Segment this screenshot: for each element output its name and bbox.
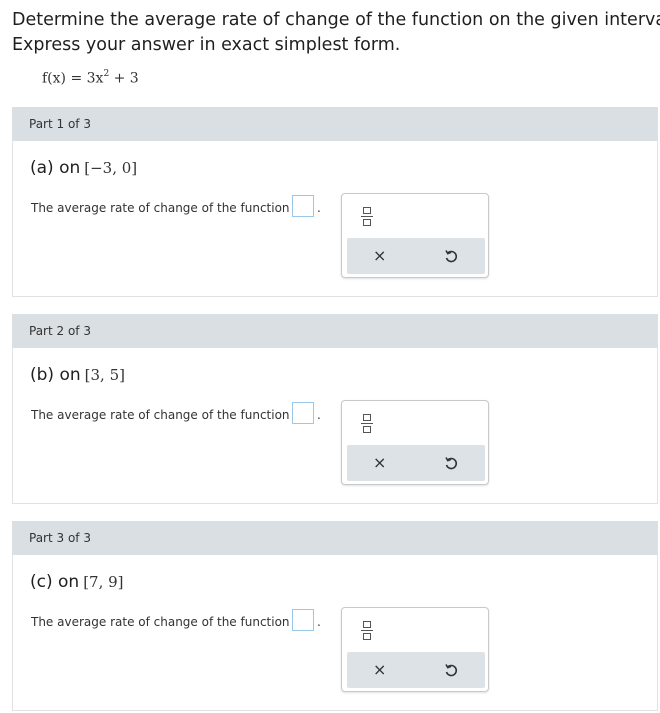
- part-header-label: Part 3 of 3: [29, 531, 91, 545]
- part-label: (a) on [−3, 0]: [30, 158, 137, 178]
- part-3: Part 3 of 3 (c) on [7, 9] The average rat…: [12, 521, 658, 713]
- answer-statement: The average rate of change of the functi…: [31, 201, 303, 215]
- undo-icon[interactable]: [443, 662, 459, 678]
- math-palette: ×: [341, 193, 489, 278]
- part-letter: (c) on: [30, 572, 80, 592]
- part-1: Part 1 of 3 (a) on [−3, 0] The average ra…: [12, 107, 658, 299]
- part-letter: (a) on: [30, 158, 81, 178]
- prompt-line-1: Determine the average rate of change of …: [12, 10, 660, 30]
- interval: [3, 5]: [84, 366, 125, 384]
- math-palette: ×: [341, 607, 489, 692]
- part-header: Part 2 of 3: [12, 314, 658, 348]
- formula-rhs: + 3: [109, 70, 139, 87]
- undo-icon[interactable]: [443, 455, 459, 471]
- question-prompt: Determine the average rate of change of …: [12, 8, 660, 58]
- clear-icon[interactable]: ×: [373, 453, 386, 472]
- function-formula: f(x) = 3x2 + 3: [42, 69, 139, 87]
- part-2: Part 2 of 3 (b) on [3, 5] The average rat…: [12, 314, 658, 506]
- answer-input[interactable]: [292, 609, 314, 631]
- palette-action-bar: ×: [347, 445, 485, 481]
- part-header: Part 3 of 3: [12, 521, 658, 555]
- answer-statement: The average rate of change of the functi…: [31, 408, 303, 422]
- part-label: (c) on [7, 9]: [30, 572, 124, 592]
- answer-statement: The average rate of change of the functi…: [31, 615, 303, 629]
- clear-icon[interactable]: ×: [373, 246, 386, 265]
- formula-lhs: f(x) = 3x: [42, 70, 104, 87]
- answer-input[interactable]: [292, 195, 314, 217]
- part-header-label: Part 1 of 3: [29, 117, 91, 131]
- answer-input[interactable]: [292, 402, 314, 424]
- palette-action-bar: ×: [347, 652, 485, 688]
- fraction-icon[interactable]: [360, 411, 376, 437]
- part-letter: (b) on: [30, 365, 81, 385]
- palette-action-bar: ×: [347, 238, 485, 274]
- prompt-line-2: Express your answer in exact simplest fo…: [12, 35, 401, 55]
- part-header-label: Part 2 of 3: [29, 324, 91, 338]
- part-label: (b) on [3, 5]: [30, 365, 125, 385]
- part-header: Part 1 of 3: [12, 107, 658, 141]
- clear-icon[interactable]: ×: [373, 660, 386, 679]
- fraction-icon[interactable]: [360, 204, 376, 230]
- interval: [−3, 0]: [84, 159, 138, 177]
- math-palette: ×: [341, 400, 489, 485]
- undo-icon[interactable]: [443, 248, 459, 264]
- period: .: [317, 408, 321, 422]
- formula-exponent: 2: [103, 69, 110, 79]
- interval: [7, 9]: [83, 573, 124, 591]
- fraction-icon[interactable]: [360, 618, 376, 644]
- period: .: [317, 201, 321, 215]
- period: .: [317, 615, 321, 629]
